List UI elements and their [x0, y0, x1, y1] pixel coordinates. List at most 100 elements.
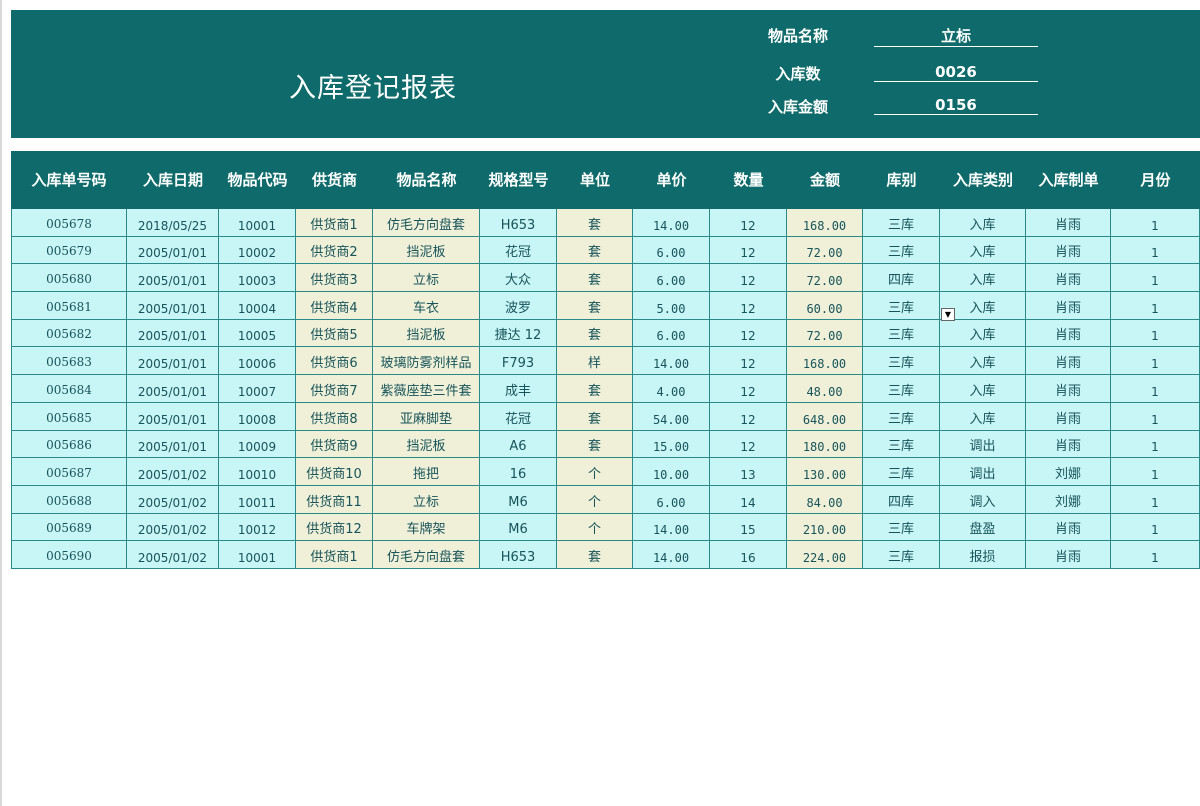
table-cell[interactable]: 648.00 — [787, 402, 863, 430]
table-cell[interactable]: 2005/01/02 — [127, 458, 219, 485]
table-cell[interactable]: 花冠 — [480, 236, 557, 264]
table-cell[interactable]: 亚麻脚垫 — [373, 402, 480, 430]
table-cell[interactable]: 2005/01/01 — [127, 292, 219, 319]
table-cell[interactable]: 供货商8 — [296, 402, 373, 430]
table-cell[interactable]: 130.00 — [787, 458, 863, 485]
table-cell[interactable]: 2005/01/01 — [127, 319, 219, 347]
table-cell[interactable]: 供货商10 — [296, 458, 373, 485]
table-cell[interactable]: 2005/01/01 — [127, 402, 219, 430]
table-cell[interactable]: 三库 — [863, 292, 940, 319]
table-cell[interactable]: 入库 — [940, 236, 1026, 264]
table-cell[interactable]: 供货商3 — [296, 264, 373, 292]
table-cell[interactable]: 168.00 — [787, 209, 863, 236]
table-cell[interactable]: 005686 — [11, 430, 127, 458]
table-cell[interactable]: 四库 — [863, 264, 940, 292]
table-cell[interactable]: 2005/01/01 — [127, 375, 219, 402]
table-cell[interactable]: 大众 — [480, 264, 557, 292]
table-cell[interactable]: 10002 — [219, 236, 296, 264]
table-cell[interactable]: 12 — [710, 402, 787, 430]
table-cell[interactable]: 肖雨 — [1026, 264, 1111, 292]
table-cell[interactable]: 套 — [557, 375, 633, 402]
table-cell[interactable]: 005690 — [11, 541, 127, 568]
table-cell[interactable]: 1 — [1111, 375, 1200, 402]
table-cell[interactable]: 6.00 — [633, 485, 710, 513]
column-header[interactable]: 入库日期 — [127, 151, 219, 209]
table-cell[interactable]: 210.00 — [787, 513, 863, 541]
table-cell[interactable]: 套 — [557, 264, 633, 292]
table-cell[interactable]: 三库 — [863, 209, 940, 236]
table-cell[interactable]: 车衣 — [373, 292, 480, 319]
table-cell[interactable]: 15.00 — [633, 430, 710, 458]
column-header[interactable]: 规格型号 — [480, 151, 557, 209]
table-cell[interactable]: 立标 — [373, 485, 480, 513]
table-cell[interactable]: 5.00 — [633, 292, 710, 319]
table-cell[interactable]: 1 — [1111, 513, 1200, 541]
table-cell[interactable]: 个 — [557, 513, 633, 541]
table-cell[interactable]: M6 — [480, 485, 557, 513]
table-cell[interactable]: 个 — [557, 485, 633, 513]
table-cell[interactable]: 16 — [710, 541, 787, 568]
table-cell[interactable]: 套 — [557, 236, 633, 264]
table-cell[interactable]: 14 — [710, 485, 787, 513]
table-cell[interactable]: 1 — [1111, 319, 1200, 347]
table-cell[interactable]: 10001 — [219, 209, 296, 236]
table-cell[interactable]: 72.00 — [787, 319, 863, 347]
dropdown-arrow-icon[interactable]: ▼ — [941, 308, 955, 321]
table-cell[interactable]: 个 — [557, 458, 633, 485]
table-cell[interactable]: 套 — [557, 319, 633, 347]
table-cell[interactable]: 6.00 — [633, 319, 710, 347]
table-cell[interactable]: 005682 — [11, 319, 127, 347]
table-cell[interactable]: 立标 — [373, 264, 480, 292]
table-cell[interactable]: 三库 — [863, 402, 940, 430]
table-cell[interactable]: 挡泥板 — [373, 430, 480, 458]
table-cell[interactable]: 72.00 — [787, 264, 863, 292]
table-cell[interactable]: 10007 — [219, 375, 296, 402]
in-qty-value[interactable]: 0026 — [874, 63, 1038, 82]
column-header[interactable]: 月份 — [1111, 151, 1200, 209]
table-cell[interactable]: 12 — [710, 430, 787, 458]
table-cell[interactable]: 供货商2 — [296, 236, 373, 264]
table-cell[interactable]: 1 — [1111, 430, 1200, 458]
table-cell[interactable]: 1 — [1111, 402, 1200, 430]
table-cell[interactable]: 005685 — [11, 402, 127, 430]
column-header[interactable]: 单位 — [557, 151, 633, 209]
table-cell[interactable]: 14.00 — [633, 347, 710, 375]
table-cell[interactable]: 2005/01/02 — [127, 541, 219, 568]
table-cell[interactable]: 005688 — [11, 485, 127, 513]
column-header[interactable]: 物品名称 — [373, 151, 480, 209]
table-cell[interactable]: 1 — [1111, 264, 1200, 292]
table-cell[interactable]: F793 — [480, 347, 557, 375]
table-cell[interactable]: H653 — [480, 209, 557, 236]
table-cell[interactable]: 肖雨 — [1026, 292, 1111, 319]
table-cell[interactable]: 10.00 — [633, 458, 710, 485]
table-cell[interactable]: M6 — [480, 513, 557, 541]
table-cell[interactable]: 1 — [1111, 541, 1200, 568]
table-cell[interactable]: 2005/01/02 — [127, 485, 219, 513]
table-cell[interactable]: 肖雨 — [1026, 402, 1111, 430]
table-cell[interactable]: 224.00 — [787, 541, 863, 568]
table-cell[interactable]: 花冠 — [480, 402, 557, 430]
table-cell[interactable]: 10009 — [219, 430, 296, 458]
table-cell[interactable]: 入库 — [940, 209, 1026, 236]
table-cell[interactable]: 样 — [557, 347, 633, 375]
table-cell[interactable]: 入库 — [940, 375, 1026, 402]
table-cell[interactable]: 1 — [1111, 347, 1200, 375]
table-cell[interactable]: 三库 — [863, 319, 940, 347]
table-cell[interactable]: 三库 — [863, 458, 940, 485]
table-cell[interactable]: 005684 — [11, 375, 127, 402]
table-cell[interactable]: 12 — [710, 292, 787, 319]
table-cell[interactable]: 紫薇座垫三件套 — [373, 375, 480, 402]
table-cell[interactable]: 套 — [557, 209, 633, 236]
table-cell[interactable]: 报损 — [940, 541, 1026, 568]
table-cell[interactable]: 肖雨 — [1026, 236, 1111, 264]
table-cell[interactable]: 1 — [1111, 485, 1200, 513]
column-header[interactable]: 库别 — [863, 151, 940, 209]
table-cell[interactable]: 72.00 — [787, 236, 863, 264]
table-cell[interactable]: 入库 — [940, 319, 1026, 347]
table-cell[interactable]: 54.00 — [633, 402, 710, 430]
table-cell[interactable]: 套 — [557, 292, 633, 319]
table-cell[interactable]: 005679 — [11, 236, 127, 264]
table-cell[interactable]: 4.00 — [633, 375, 710, 402]
table-cell[interactable]: 12 — [710, 236, 787, 264]
table-cell[interactable]: 005680 — [11, 264, 127, 292]
